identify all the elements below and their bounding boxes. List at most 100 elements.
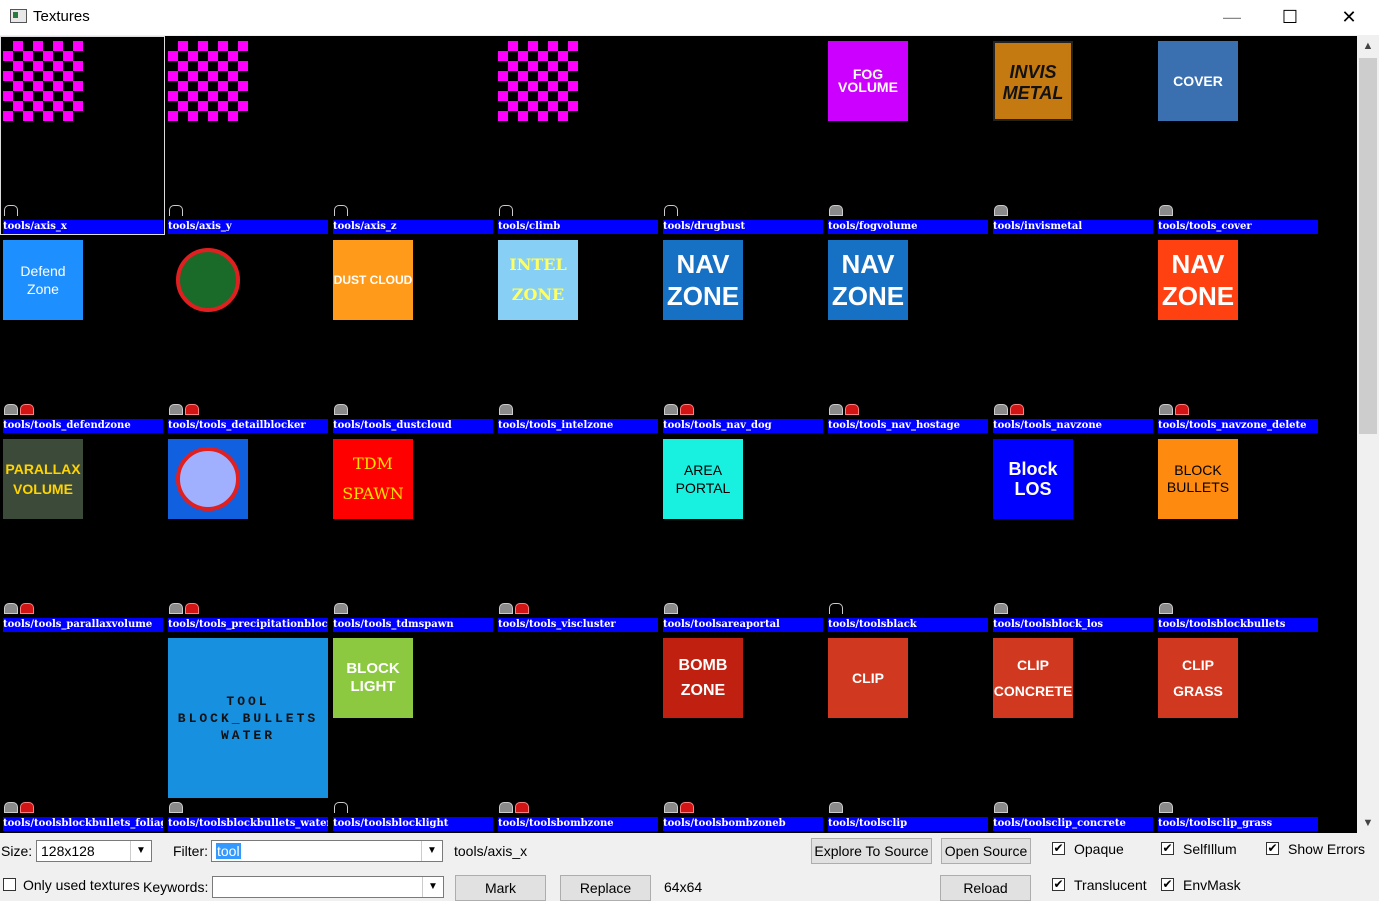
translucent-flag-icon <box>185 404 199 415</box>
texture-cell[interactable]: tools/tools_precipitationblocker <box>165 434 330 633</box>
texture-thumbnail[interactable] <box>498 41 578 121</box>
texture-thumbnail[interactable]: COVER <box>1158 41 1238 121</box>
texture-name: tools/tools_dustcloud <box>333 419 493 433</box>
opaque-checkbox[interactable]: ✔ <box>1052 842 1065 855</box>
texture-thumbnail[interactable]: BOMB ZONE <box>663 638 743 718</box>
texture-thumbnail[interactable]: TOOL BLOCK_BULLETS WATER <box>168 638 328 798</box>
show-errors-checkbox[interactable]: ✔ <box>1266 842 1279 855</box>
texture-cell[interactable]: NAV ZONE tools/tools_nav_hostage <box>825 235 990 434</box>
texture-thumbnail[interactable] <box>168 41 248 121</box>
texture-cell[interactable]: INVIS METAL tools/invismetal <box>990 36 1155 235</box>
texture-flags <box>664 404 696 416</box>
thumbnail-label: CLIP <box>828 669 908 687</box>
texture-thumbnail[interactable]: INVIS METAL <box>993 41 1073 121</box>
only-used-checkbox[interactable] <box>3 878 16 891</box>
texture-cell[interactable]: CLIP tools/toolsclip <box>825 633 990 832</box>
texture-name: tools/tools_tdmspawn <box>333 618 493 632</box>
texture-thumbnail[interactable]: CLIP <box>828 638 908 718</box>
texture-thumbnail[interactable]: BLOCK BULLETS <box>1158 439 1238 519</box>
texture-thumbnail[interactable]: CLIP GRASS <box>1158 638 1238 718</box>
texture-thumbnail[interactable]: NAV ZONE <box>1158 240 1238 320</box>
texture-cell[interactable]: TDM SPAWN tools/tools_tdmspawn <box>330 434 495 633</box>
texture-flags <box>1159 404 1191 416</box>
title-bar: Textures — ☐ ✕ <box>0 0 1379 35</box>
texture-cell[interactable]: tools/drugbust <box>660 36 825 235</box>
texture-cell[interactable]: Defend Zone tools/tools_defendzone <box>0 235 165 434</box>
texture-thumbnail[interactable]: BLOCK LIGHT <box>333 638 413 718</box>
texture-thumbnail[interactable]: CLIP CONCRETE <box>993 638 1073 718</box>
texture-thumbnail[interactable] <box>3 41 83 121</box>
thumbnail-label-line: PORTAL <box>675 480 731 496</box>
scroll-down-icon[interactable]: ▼ <box>1357 813 1379 833</box>
scroll-up-icon[interactable]: ▲ <box>1357 36 1379 56</box>
vertical-scrollbar[interactable]: ▲ ▼ <box>1357 36 1379 833</box>
texture-name: tools/tools_precipitationblocker <box>168 618 328 632</box>
texture-cell[interactable]: tools/toolsbombzone <box>495 633 660 832</box>
texture-cell[interactable]: COVER tools/tools_cover <box>1155 36 1320 235</box>
texture-cell[interactable]: BLOCK LIGHT tools/toolsblocklight <box>330 633 495 832</box>
texture-thumbnail[interactable]: TDM SPAWN <box>333 439 413 519</box>
texture-cell[interactable]: NAV ZONE tools/tools_nav_dog <box>660 235 825 434</box>
thumbnail-label-line: LOS <box>1014 479 1052 499</box>
texture-cell[interactable]: TOOL BLOCK_BULLETS WATER tools/toolsblockbu… <box>165 633 330 832</box>
texture-cell[interactable]: AREA PORTAL tools/toolsareaportal <box>660 434 825 633</box>
texture-cell[interactable]: DUST CLOUD tools/tools_dustcloud <box>330 235 495 434</box>
texture-thumbnail[interactable] <box>168 439 248 519</box>
texture-cell[interactable]: tools/tools_detailblocker <box>165 235 330 434</box>
texture-cell[interactable]: BLOCK BULLETS tools/toolsblockbullets <box>1155 434 1320 633</box>
texture-thumbnail[interactable]: AREA PORTAL <box>663 439 743 519</box>
texture-thumbnail[interactable]: INTEL ZONE <box>498 240 578 320</box>
texture-cell[interactable]: CLIP GRASS tools/toolsclip_grass <box>1155 633 1320 832</box>
texture-cell[interactable]: NAV ZONE tools/tools_navzone_delete <box>1155 235 1320 434</box>
texture-flags <box>1159 802 1175 814</box>
texture-cell[interactable]: PARALLAX VOLUME tools/tools_parallaxvolume <box>0 434 165 633</box>
size-dropdown[interactable]: 128x128 ▼ <box>36 840 152 862</box>
envmask-checkbox[interactable]: ✔ <box>1161 878 1174 891</box>
texture-thumbnail[interactable]: DUST CLOUD <box>333 240 413 320</box>
texture-cell[interactable]: tools/axis_z <box>330 36 495 235</box>
texture-cell[interactable]: tools/tools_navzone <box>990 235 1155 434</box>
selfillum-checkbox[interactable]: ✔ <box>1161 842 1174 855</box>
thumbnail-label-line: METAL <box>1002 83 1064 103</box>
texture-cell[interactable]: FOG VOLUME tools/fogvolume <box>825 36 990 235</box>
thumbnail-label-line: NAV <box>841 249 895 279</box>
texture-thumbnail[interactable]: PARALLAX VOLUME <box>3 439 83 519</box>
empty-flag-icon <box>829 603 843 614</box>
texture-cell[interactable]: tools/climb <box>495 36 660 235</box>
texture-cell[interactable]: tools/axis_x <box>0 36 165 235</box>
close-button[interactable]: ✕ <box>1320 0 1378 34</box>
chevron-down-icon[interactable]: ▼ <box>421 841 442 861</box>
texture-thumbnail[interactable]: Defend Zone <box>3 240 83 320</box>
filter-input[interactable]: tool ▼ <box>211 840 443 862</box>
explore-to-source-button[interactable]: Explore To Source <box>811 838 932 864</box>
texture-name: tools/tools_navzone_delete <box>1158 419 1318 433</box>
texture-cell[interactable]: Block LOS tools/toolsblock_los <box>990 434 1155 633</box>
reload-button[interactable]: Reload <box>940 875 1031 901</box>
texture-cell[interactable]: BOMB ZONE tools/toolsbombzoneb <box>660 633 825 832</box>
chevron-down-icon[interactable]: ▼ <box>422 877 443 897</box>
texture-thumbnail[interactable]: NAV ZONE <box>663 240 743 320</box>
scroll-thumb[interactable] <box>1359 58 1377 434</box>
chevron-down-icon[interactable]: ▼ <box>130 841 151 861</box>
replace-button[interactable]: Replace <box>560 875 651 901</box>
texture-thumbnail[interactable] <box>168 240 248 320</box>
keywords-input[interactable]: ▼ <box>212 876 444 898</box>
texture-thumbnail[interactable]: NAV ZONE <box>828 240 908 320</box>
opaque-flag-icon <box>1159 404 1173 415</box>
maximize-button[interactable]: ☐ <box>1261 0 1319 34</box>
minimize-button[interactable]: — <box>1203 0 1261 34</box>
texture-cell[interactable]: tools/axis_y <box>165 36 330 235</box>
open-source-button[interactable]: Open Source <box>941 838 1031 864</box>
texture-cell[interactable]: CLIP CONCRETE tools/toolsclip_concrete <box>990 633 1155 832</box>
texture-cell[interactable]: tools/toolsblockbullets_foliage <box>0 633 165 832</box>
texture-thumbnail[interactable]: Block LOS <box>993 439 1073 519</box>
mark-button[interactable]: Mark <box>455 875 546 901</box>
translucent-checkbox[interactable]: ✔ <box>1052 878 1065 891</box>
texture-cell[interactable]: tools/tools_viscluster <box>495 434 660 633</box>
texture-thumbnail[interactable]: FOG VOLUME <box>828 41 908 121</box>
texture-grid[interactable]: tools/axis_x tools/axis_y tools/axis_z tool… <box>0 36 1357 833</box>
texture-cell[interactable]: INTEL ZONE tools/tools_intelzone <box>495 235 660 434</box>
texture-cell[interactable]: tools/toolsblack <box>825 434 990 633</box>
thumbnail-label-line: BLOCK_BULLETS <box>177 710 319 726</box>
thumbnail-label-line: ZONE <box>1161 281 1235 311</box>
